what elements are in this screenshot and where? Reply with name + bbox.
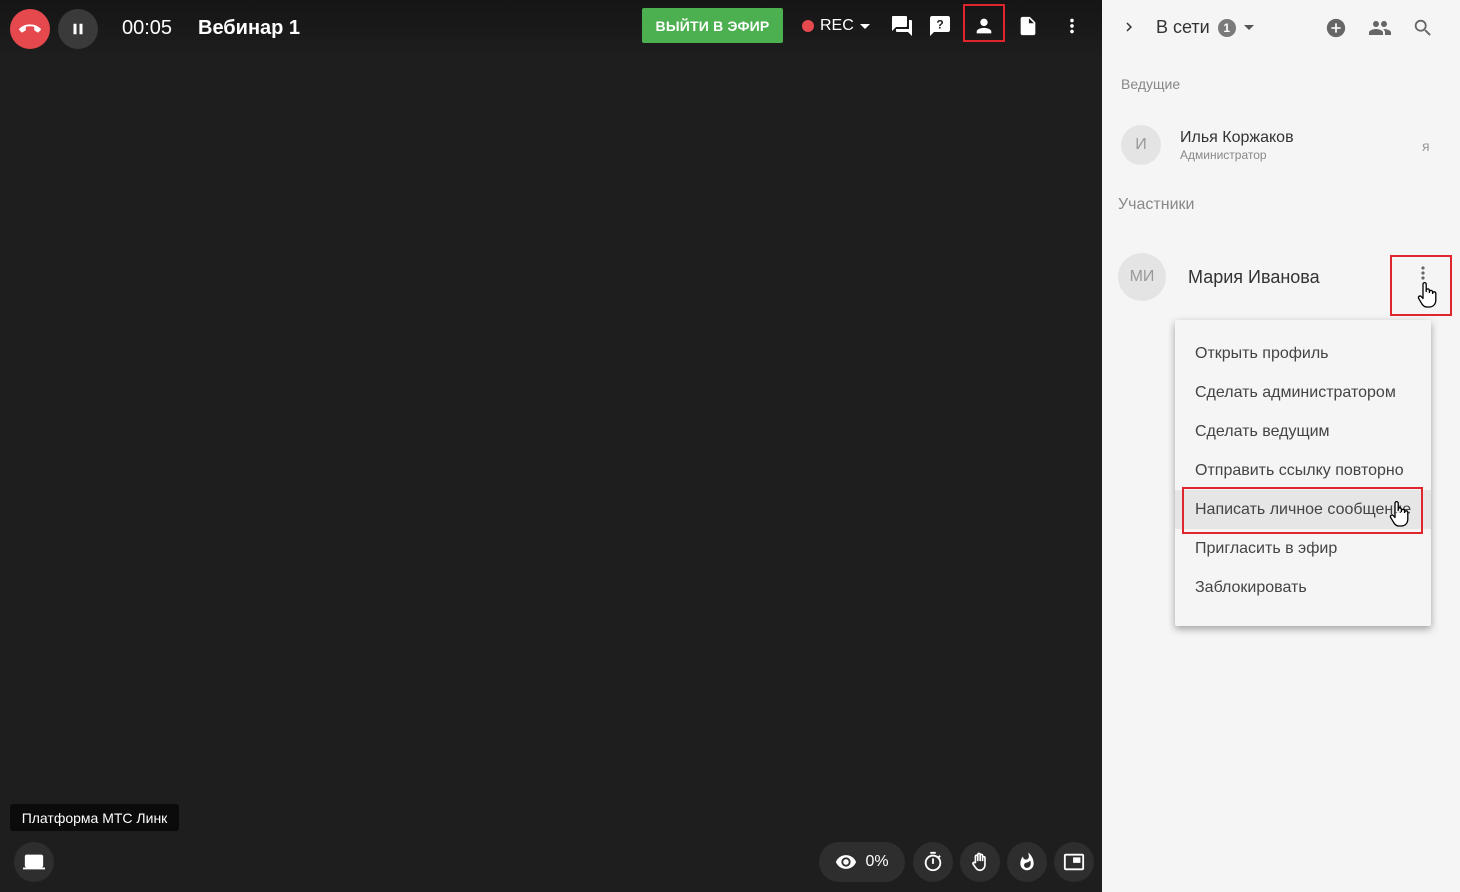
hangup-icon	[19, 24, 41, 33]
raise-hand-button[interactable]	[960, 842, 1000, 882]
collapse-panel-button[interactable]	[1120, 18, 1138, 41]
platform-tooltip: Платформа МТС Линк	[10, 804, 179, 831]
menu-item-open-profile[interactable]: Открыть профиль	[1175, 334, 1431, 373]
questions-button[interactable]: ?	[922, 8, 958, 44]
hand-cursor-icon	[1389, 501, 1409, 527]
groups-button[interactable]	[1367, 15, 1393, 41]
files-button[interactable]	[1010, 8, 1046, 44]
rec-dropdown[interactable]: REC	[802, 16, 870, 36]
online-label: В сети	[1156, 17, 1210, 37]
go-live-button[interactable]: ВЫЙТИ В ЭФИР	[642, 8, 783, 43]
reactions-button[interactable]	[1007, 842, 1047, 882]
people-icon	[1369, 21, 1391, 35]
me-indicator: я	[1422, 138, 1430, 154]
rec-dot-icon	[802, 20, 814, 32]
caret-down-icon	[859, 23, 870, 29]
search-icon	[1414, 19, 1431, 36]
more-vert-icon	[1421, 266, 1425, 280]
host-role: Администратор	[1180, 148, 1267, 162]
timer-icon	[924, 851, 942, 872]
participant-name: Мария Иванова	[1188, 267, 1320, 287]
pause-icon	[73, 23, 83, 35]
menu-item-resend-link[interactable]: Отправить ссылку повторно	[1175, 451, 1431, 490]
document-icon	[1020, 16, 1036, 36]
hand-cursor-icon	[1417, 282, 1437, 308]
pause-button[interactable]	[58, 9, 98, 49]
chat-icon	[892, 16, 912, 36]
pip-icon	[1063, 853, 1085, 871]
webinar-timer: 00:05	[122, 17, 173, 39]
webinar-title: Вебинар 1	[198, 17, 301, 39]
participant-context-menu: Открыть профиль Сделать администратором …	[1175, 320, 1431, 626]
eye-icon	[836, 855, 857, 869]
menu-item-make-host[interactable]: Сделать ведущим	[1175, 412, 1431, 451]
hangup-button[interactable]	[10, 9, 50, 49]
timer-button[interactable]	[913, 842, 953, 882]
online-filter-dropdown[interactable]: В сети 1	[1156, 17, 1254, 38]
viewers-indicator[interactable]: 0%	[819, 842, 905, 882]
participant-actions-button[interactable]	[1390, 255, 1452, 316]
screen-share-button[interactable]	[14, 842, 54, 882]
more-vert-icon	[1070, 18, 1074, 34]
video-stage: 00:05 Вебинар 1 ВЫЙТИ В ЭФИР REC ? Платф…	[0, 0, 1102, 892]
online-count-badge: 1	[1217, 18, 1236, 37]
host-name: Илья Коржаков	[1180, 129, 1294, 146]
rec-label: REC	[820, 17, 854, 34]
viewers-percent: 0%	[865, 853, 889, 870]
add-circle-icon	[1326, 18, 1346, 38]
avatar: И	[1121, 125, 1161, 165]
participants-section-label: Участники	[1118, 196, 1195, 213]
menu-item-make-admin[interactable]: Сделать администратором	[1175, 373, 1431, 412]
participants-button-highlight	[963, 4, 1005, 42]
picture-in-picture-button[interactable]	[1054, 842, 1094, 882]
panel-header: В сети 1	[1102, 0, 1460, 56]
question-icon: ?	[930, 16, 950, 36]
hand-icon	[972, 852, 986, 872]
caret-down-icon	[1243, 25, 1254, 30]
menu-item-invite-to-stream[interactable]: Пригласить в эфир	[1175, 529, 1431, 568]
screen-icon	[23, 854, 45, 870]
more-button[interactable]	[1054, 8, 1090, 44]
svg-text:?: ?	[936, 18, 943, 32]
avatar: МИ	[1118, 253, 1166, 301]
menu-item-block[interactable]: Заблокировать	[1175, 568, 1431, 607]
add-participant-button[interactable]	[1323, 15, 1349, 41]
chevron-right-icon	[1126, 22, 1132, 32]
fire-icon	[1020, 852, 1034, 871]
search-button[interactable]	[1410, 15, 1436, 41]
chat-button[interactable]	[884, 8, 920, 44]
top-toolbar: 00:05 Вебинар 1 ВЫЙТИ В ЭФИР REC ?	[0, 0, 1102, 58]
hosts-section-label: Ведущие	[1121, 76, 1181, 92]
menu-item-highlight	[1182, 487, 1423, 534]
